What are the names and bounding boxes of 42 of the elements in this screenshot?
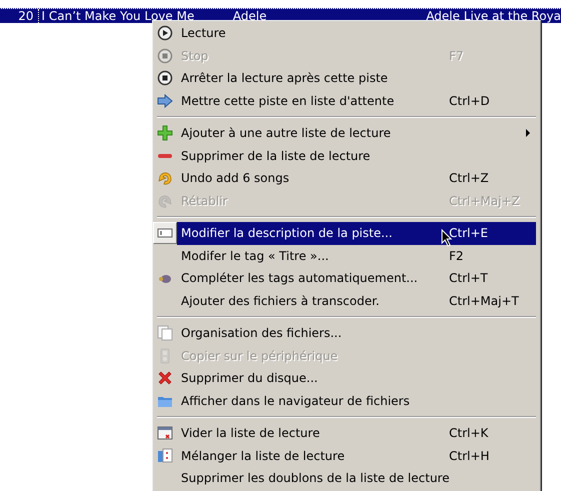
- stop-icon: [157, 48, 173, 64]
- menu-item[interactable]: Supprimer de la liste de lecture: [177, 144, 536, 167]
- menu-item[interactable]: Organisation des fichiers...: [177, 322, 536, 344]
- menu-item[interactable]: Mettre cette piste en liste d'attente Ctrl+D: [177, 90, 536, 112]
- menu-item[interactable]: Ajouter des fichiers à transcoder. Ctrl+Maj+T: [177, 290, 536, 312]
- menu-item[interactable]: Compléter les tags automatiquement... Ctrl+T: [177, 267, 536, 290]
- menu-item[interactable]: Ajouter à une autre liste de lecture: [177, 122, 536, 144]
- shortcut-label: Ctrl+T: [449, 271, 489, 286]
- shortcut-label: Ctrl+H: [449, 448, 490, 463]
- shortcut-label: Ctrl+Maj+T: [449, 294, 520, 308]
- minus-icon: [158, 154, 172, 158]
- shortcut-label: Ctrl+Z: [449, 171, 490, 186]
- track-title: I Can’t Make You Love Me: [40, 9, 196, 23]
- menu-item[interactable]: Arrêter la lecture après cette piste: [177, 67, 536, 90]
- pages-icon: [157, 325, 173, 342]
- track-album: Adele Live at the Roya: [426, 9, 561, 23]
- window-icon: [157, 425, 173, 442]
- menu-item[interactable]: Modifer le tag « Titre »... F2: [177, 244, 536, 267]
- redo-icon: [157, 192, 173, 209]
- cards-icon: [157, 448, 173, 464]
- menu-item[interactable]: Modifier la description de la piste... Ctrl+E: [177, 222, 536, 244]
- plus-icon: [157, 125, 173, 142]
- shortcut-label: F7: [449, 48, 465, 63]
- track-number: 20: [0, 9, 39, 23]
- cross-icon: [157, 370, 173, 386]
- menu-item[interactable]: Mélanger la liste de lecture Ctrl+H: [177, 444, 536, 467]
- play-icon: [157, 25, 173, 42]
- shortcut-label: Ctrl+Maj+Z: [449, 194, 521, 208]
- shortcut-label: Ctrl+D: [449, 94, 491, 108]
- menu-item[interactable]: Supprimer du disque...: [177, 367, 536, 390]
- shortcut-label: Ctrl+K: [449, 426, 490, 440]
- shortcut-label: Ctrl+E: [449, 226, 489, 240]
- menu-item[interactable]: Lecture: [177, 22, 536, 44]
- track-artist: Adele: [232, 9, 268, 23]
- undo-icon: [157, 170, 173, 186]
- arrow-icon: [157, 92, 173, 109]
- menu-item[interactable]: Supprimer les doublons de la liste de lecture: [177, 467, 536, 490]
- menu-item[interactable]: Afficher dans le navigateur de fichiers: [177, 390, 536, 412]
- shortcut-label: F2: [449, 248, 465, 263]
- stop-icon: [157, 70, 173, 86]
- menu-item[interactable]: Vider la liste de lecture Ctrl+K: [177, 422, 536, 444]
- menu-item[interactable]: Undo add 6 songs Ctrl+Z: [177, 167, 536, 190]
